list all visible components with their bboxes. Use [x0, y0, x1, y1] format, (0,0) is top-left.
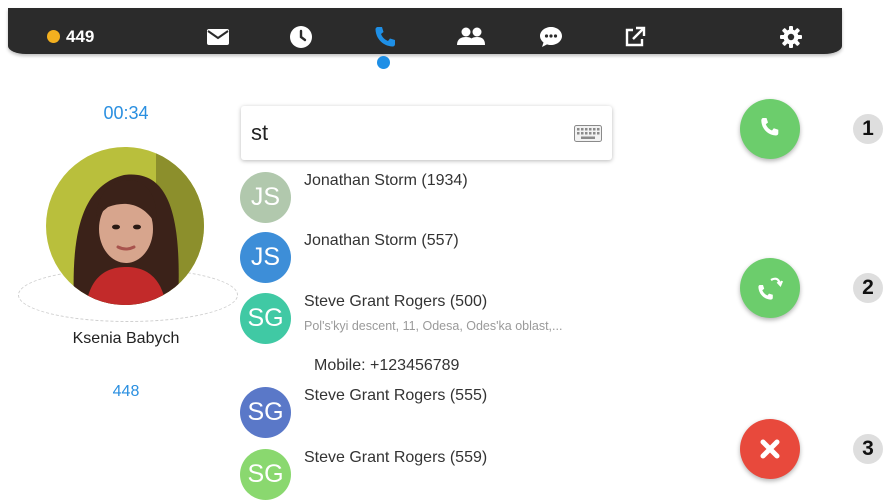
contact-name: Steve Grant Rogers (555) [304, 387, 488, 404]
status-indicator[interactable] [47, 30, 60, 43]
contact-avatar: SG [240, 449, 291, 500]
marker-1: 1 [853, 114, 883, 144]
marker-2: 2 [853, 273, 883, 303]
contact-avatar: SG [240, 387, 291, 438]
contact-mobile[interactable]: Mobile: +123456789 [314, 357, 459, 375]
contact-name: Steve Grant Rogers (500) [304, 293, 488, 310]
search-value: st [251, 120, 269, 145]
caller-avatar [46, 147, 204, 305]
contacts-icon[interactable] [455, 24, 487, 50]
call-timer: 00:34 [103, 103, 149, 123]
contact-name: Steve Grant Rogers (559) [304, 449, 488, 466]
clock-icon[interactable] [288, 24, 314, 50]
contact-avatar: JS [240, 172, 291, 223]
marker-3: 3 [853, 434, 883, 464]
contact-avatar: SG [240, 293, 291, 344]
contact-name: Jonathan Storm (557) [304, 232, 459, 249]
top-navigation-bar: 449 [8, 8, 842, 54]
transfer-call-icon [758, 277, 784, 300]
contact-address: Pol's'kyi descent, 11, Odesa, Odes'ka ob… [304, 319, 563, 333]
call-button[interactable] [740, 99, 800, 159]
caller-extension: 448 [112, 383, 140, 400]
phone-icon[interactable] [372, 24, 398, 50]
caller-name: Ksenia Babych [72, 330, 180, 347]
mail-icon[interactable] [205, 24, 231, 50]
contact-avatar: JS [240, 232, 291, 283]
external-link-icon[interactable] [622, 24, 648, 50]
keyboard-icon[interactable] [574, 125, 602, 142]
search-input[interactable]: st [241, 106, 612, 160]
phone-icon [761, 118, 779, 136]
close-icon [760, 439, 780, 459]
gear-icon[interactable] [778, 24, 804, 50]
transfer-call-button[interactable] [740, 258, 800, 318]
hang-up-button[interactable] [740, 419, 800, 479]
status-count: 449 [66, 27, 95, 46]
contact-name: Jonathan Storm (1934) [304, 172, 468, 189]
chat-icon[interactable] [538, 24, 564, 50]
active-tab-indicator [377, 56, 390, 69]
